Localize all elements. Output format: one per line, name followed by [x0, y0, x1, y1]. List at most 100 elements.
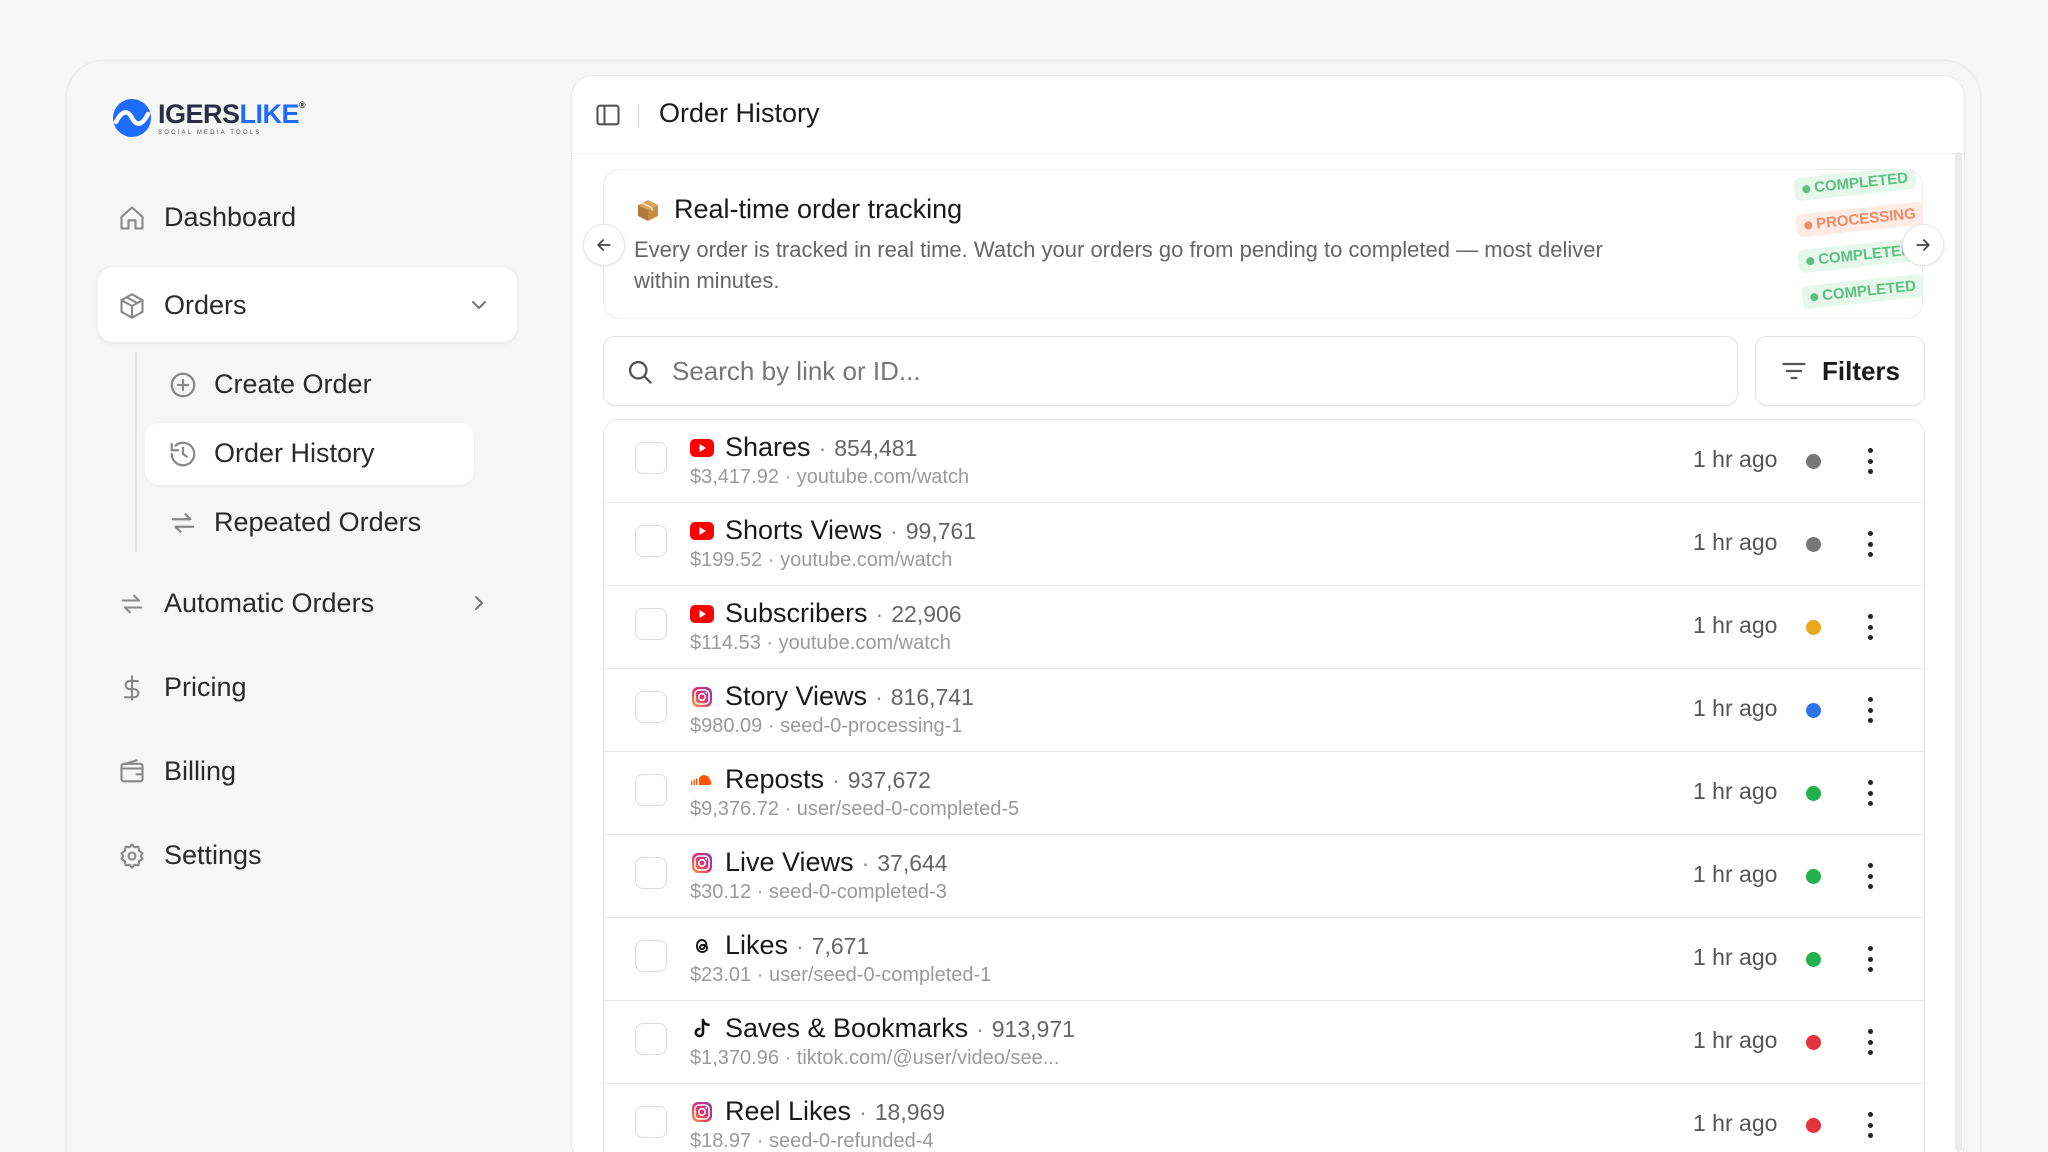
- sidebar-subitem-label: Create Order: [214, 369, 372, 399]
- youtube-icon: [690, 436, 714, 460]
- order-row[interactable]: Reposts · 937,672 $9,376.72 · user/seed-0-c…: [604, 752, 1924, 835]
- main-panel: Order History Real-time order tracking E…: [571, 75, 1965, 1152]
- instagram-icon: [690, 1100, 714, 1124]
- order-service: Subscribers · 22,906: [725, 598, 962, 629]
- order-row[interactable]: Likes · 7,671 $23.01 · user/seed-0-complete…: [604, 918, 1924, 1001]
- sidebar-subitem-repeated-orders[interactable]: Repeated Orders: [168, 507, 421, 538]
- separator-dot: ·: [890, 518, 898, 544]
- sidebar-subitem-create-order[interactable]: Create Order: [168, 369, 372, 400]
- filters-button[interactable]: Filters: [1755, 336, 1925, 406]
- row-checkbox[interactable]: [635, 442, 667, 474]
- sidebar-item-dashboard[interactable]: Dashboard: [118, 202, 296, 233]
- order-quantity: 99,761: [905, 518, 977, 544]
- package-icon: [118, 292, 146, 320]
- order-service-name: Reel Likes: [725, 1096, 852, 1126]
- order-time: 1 hr ago: [1693, 612, 1778, 638]
- youtube-icon: [690, 519, 714, 543]
- row-checkbox[interactable]: [635, 608, 667, 640]
- banner-prev-button[interactable]: [583, 224, 625, 266]
- order-service-name: Shorts Views: [725, 515, 883, 545]
- order-meta: $18.97 · seed-0-refunded-4: [690, 1130, 934, 1152]
- order-meta: $3,417.92 · youtube.com/watch: [690, 466, 970, 488]
- order-time: 1 hr ago: [1693, 446, 1778, 472]
- order-quantity: 937,672: [847, 767, 931, 793]
- more-options-icon[interactable]: [1860, 1025, 1880, 1059]
- order-service-name: Story Views: [725, 681, 868, 711]
- order-row[interactable]: Shares · 854,481 $3,417.92 · youtube.com/wa…: [604, 420, 1924, 503]
- threads-icon: [690, 934, 714, 958]
- more-options-icon[interactable]: [1860, 610, 1880, 644]
- sidebar-item-label: Automatic Orders: [164, 588, 375, 618]
- row-checkbox[interactable]: [635, 691, 667, 723]
- search-box[interactable]: [603, 336, 1738, 406]
- order-link: youtube.com/watch: [796, 466, 970, 488]
- sticker-dot: [1805, 256, 1815, 266]
- row-checkbox[interactable]: [635, 1023, 667, 1055]
- order-service: Shares · 854,481: [725, 432, 917, 463]
- separator-dot: ·: [796, 933, 804, 959]
- repeat-icon: [118, 590, 146, 618]
- row-checkbox[interactable]: [635, 774, 667, 806]
- more-options-icon[interactable]: [1860, 776, 1880, 810]
- chevron-right-icon[interactable]: [467, 591, 491, 615]
- order-row[interactable]: Live Views · 37,644 $30.12 · seed-0-complet…: [604, 835, 1924, 918]
- sidebar-item-automatic-orders[interactable]: Automatic Orders: [118, 588, 374, 619]
- filters-label: Filters: [1821, 355, 1901, 386]
- order-quantity: 37,644: [877, 850, 948, 876]
- more-options-icon[interactable]: [1860, 693, 1880, 727]
- sidebar-item-pricing[interactable]: Pricing: [118, 672, 247, 703]
- separator-dot: ·: [861, 850, 870, 876]
- brand-tagline: SOCIAL MEDIA TOOLS: [158, 129, 262, 136]
- banner-description: Every order is tracked in real time. Wat…: [634, 237, 1603, 293]
- order-row[interactable]: Subscribers · 22,906 $114.53 · youtube.com/…: [604, 586, 1924, 669]
- home-icon: [118, 204, 146, 232]
- status-dot: [1806, 620, 1821, 635]
- sidebar-toggle-icon[interactable]: [594, 101, 622, 129]
- status-dot: [1806, 1118, 1821, 1133]
- row-checkbox[interactable]: [635, 857, 667, 889]
- order-price: $3,417.92: [690, 466, 779, 488]
- order-row[interactable]: Saves & Bookmarks · 913,971 $1,370.96 · tik…: [604, 1001, 1924, 1084]
- order-service-name: Live Views: [725, 847, 854, 877]
- instagram-icon: [690, 851, 714, 875]
- brand-logo[interactable]: IGERSLIKE® SOCIAL MEDIA TOOLS: [112, 96, 306, 140]
- more-options-icon[interactable]: [1860, 527, 1880, 561]
- row-checkbox[interactable]: [635, 1106, 667, 1138]
- order-row[interactable]: Reel Likes · 18,969 $18.97 · seed-0-refunde…: [604, 1084, 1924, 1152]
- tiktok-icon: [690, 1017, 714, 1041]
- arrow-left-icon: [597, 239, 611, 251]
- scrollbar[interactable]: [1955, 152, 1962, 1152]
- top-bar: Order History: [572, 76, 1964, 154]
- sidebar-item-billing[interactable]: Billing: [118, 756, 236, 787]
- separator-dot: ·: [976, 1016, 984, 1042]
- row-checkbox[interactable]: [635, 525, 667, 557]
- chevron-down-icon[interactable]: [467, 293, 491, 317]
- order-meta: $9,376.72 · user/seed-0-completed-5: [690, 798, 1020, 820]
- order-service: Reposts · 937,672: [725, 764, 931, 795]
- sidebar-subitem-order-history[interactable]: Order History: [168, 438, 375, 469]
- sticker-dot: [1809, 292, 1819, 302]
- search-input[interactable]: [672, 351, 1672, 391]
- more-options-icon[interactable]: [1860, 942, 1880, 976]
- sidebar-item-orders[interactable]: Orders: [118, 290, 247, 321]
- sidebar-item-label: Orders: [164, 290, 247, 320]
- separator-dot: ·: [818, 435, 827, 461]
- more-options-icon[interactable]: [1860, 1108, 1880, 1142]
- order-service-name: Saves & Bookmarks: [725, 1013, 969, 1043]
- order-time: 1 hr ago: [1693, 529, 1778, 555]
- order-service-name: Subscribers: [725, 598, 868, 628]
- sidebar-item-settings[interactable]: Settings: [118, 840, 262, 871]
- instagram-icon: [690, 685, 714, 709]
- filter-icon: [1782, 362, 1806, 380]
- history-icon: [168, 439, 198, 469]
- more-options-icon[interactable]: [1860, 859, 1880, 893]
- order-row[interactable]: Shorts Views · 99,761 $199.52 · youtube.com…: [604, 503, 1924, 586]
- banner-next-button[interactable]: [1902, 224, 1944, 266]
- more-options-icon[interactable]: [1860, 444, 1880, 478]
- order-row[interactable]: Story Views · 816,741 $980.09 · seed-0-proc…: [604, 669, 1924, 752]
- topbar-divider: [638, 104, 639, 128]
- order-link: seed-0-processing-1: [780, 715, 963, 737]
- logo-mark-icon: [113, 99, 151, 137]
- row-checkbox[interactable]: [635, 940, 667, 972]
- sidebar-subitem-label: Repeated Orders: [214, 507, 422, 537]
